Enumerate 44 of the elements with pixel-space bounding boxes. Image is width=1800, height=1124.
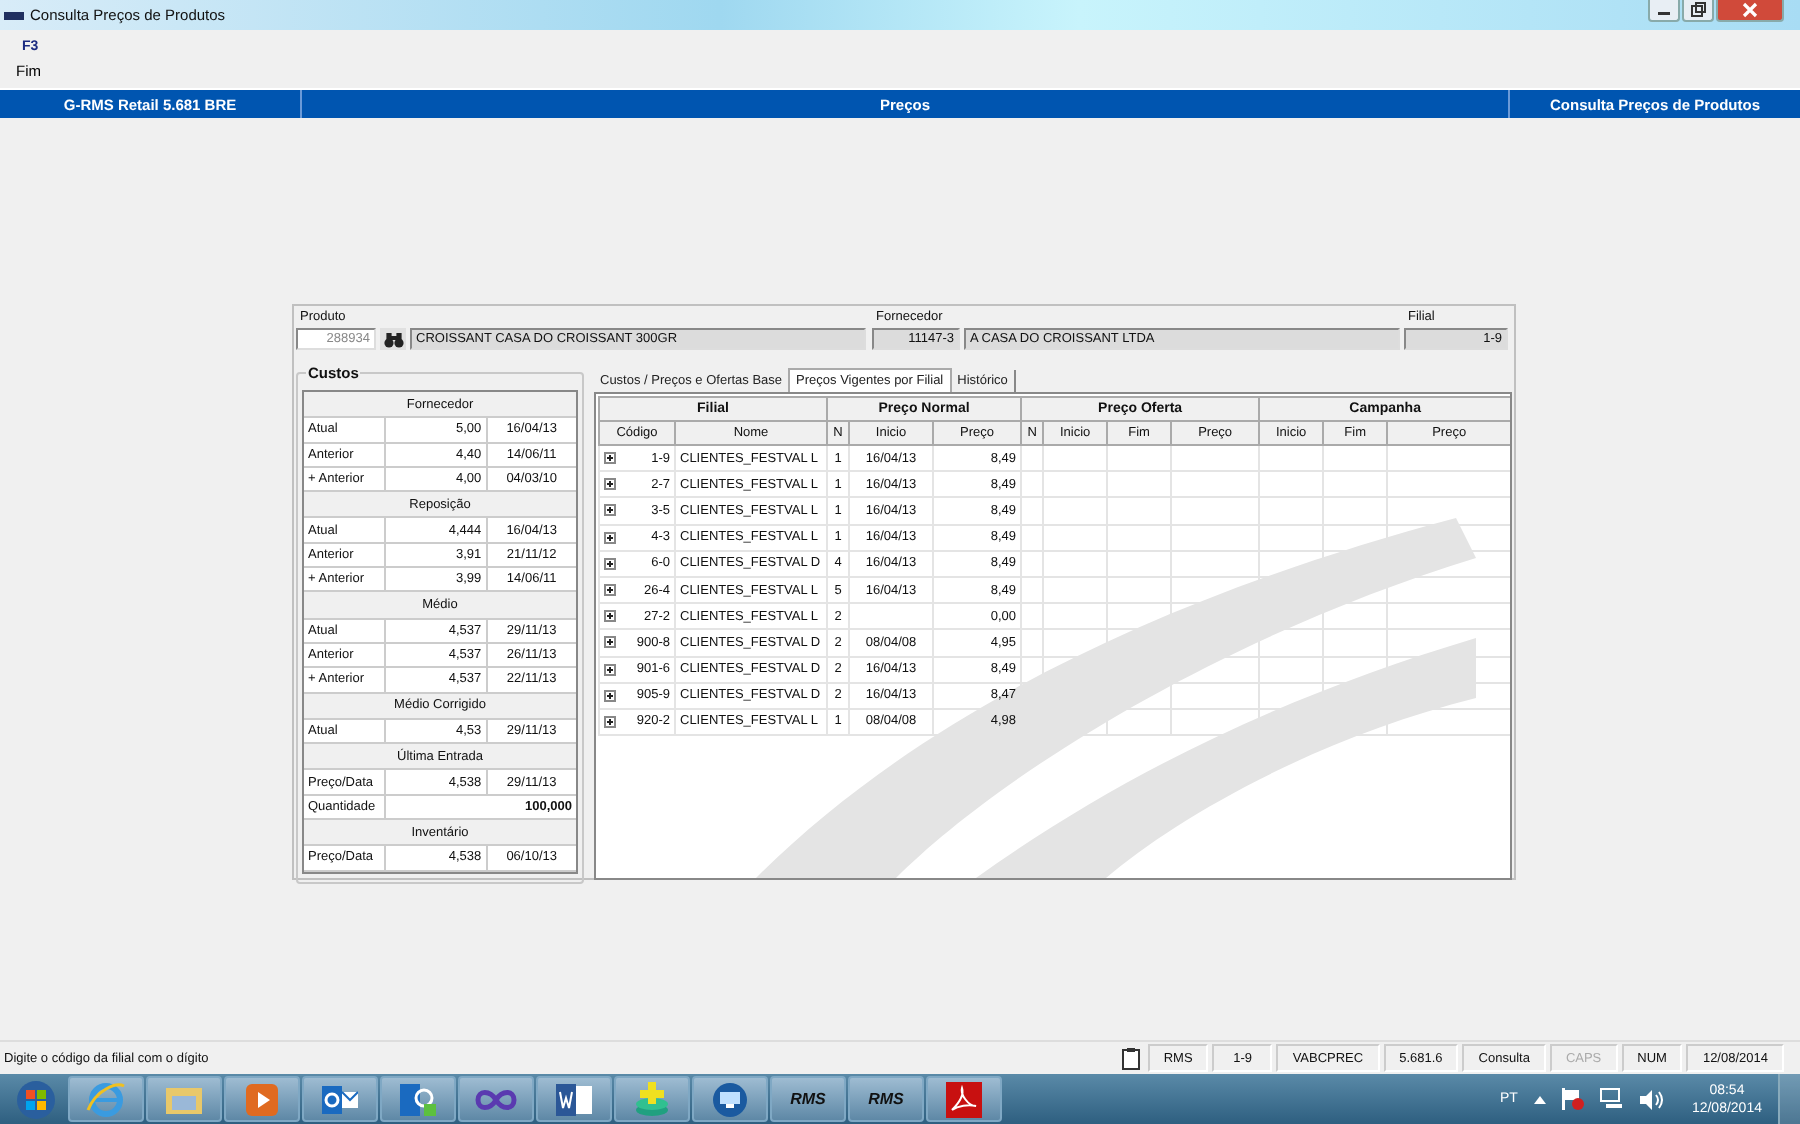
volume-icon[interactable] (1639, 1089, 1664, 1109)
taskbar-word-button[interactable] (536, 1076, 612, 1122)
network-icon[interactable] (1599, 1088, 1624, 1110)
clipboard-icon (1121, 1047, 1140, 1069)
expand-icon[interactable] (604, 584, 616, 597)
taskbar-rms-button[interactable]: RMS (770, 1076, 846, 1122)
close-button[interactable] (1716, 0, 1784, 22)
restore-button[interactable] (1682, 0, 1714, 22)
browser-icon (86, 1081, 126, 1117)
monitor-icon (712, 1081, 748, 1117)
pdf-icon (946, 1081, 982, 1117)
expand-icon[interactable] (604, 663, 616, 676)
windows-logo-icon (16, 1079, 56, 1119)
folder-icon (164, 1083, 204, 1115)
minimize-button[interactable] (1648, 0, 1680, 22)
search-button[interactable] (380, 328, 406, 350)
taskbar-remote-button[interactable] (692, 1076, 768, 1122)
expand-icon[interactable] (604, 715, 616, 728)
expand-icon[interactable] (604, 452, 616, 465)
binoculars-icon (383, 331, 403, 347)
expand-icon[interactable] (604, 636, 616, 649)
expand-icon[interactable] (604, 557, 616, 570)
taskbar-chat-button[interactable] (380, 1076, 456, 1122)
flag-icon[interactable] (1561, 1088, 1584, 1110)
expand-icon[interactable] (604, 504, 616, 517)
taskbar-rms-button[interactable]: RMS (848, 1076, 924, 1122)
document-icon (556, 1083, 592, 1115)
infinity-icon (474, 1087, 518, 1111)
app-icon (4, 9, 24, 21)
expand-icon[interactable] (604, 610, 616, 623)
mail-icon (322, 1083, 358, 1115)
taskbar-infinity-button[interactable] (458, 1076, 534, 1122)
expand-icon[interactable] (604, 478, 616, 491)
close-icon (1742, 2, 1758, 18)
play-icon (246, 1083, 278, 1115)
tray-caret-icon[interactable] (1533, 1095, 1546, 1103)
restore-icon (1690, 2, 1706, 18)
taskbar-media-button[interactable] (224, 1076, 300, 1122)
expand-icon[interactable] (604, 689, 616, 702)
chat-icon (400, 1083, 436, 1115)
expand-icon[interactable] (604, 531, 616, 544)
taskbar-mail-button[interactable] (302, 1076, 378, 1122)
taskbar-pdf-button[interactable] (926, 1076, 1002, 1122)
database-icon (632, 1081, 672, 1117)
